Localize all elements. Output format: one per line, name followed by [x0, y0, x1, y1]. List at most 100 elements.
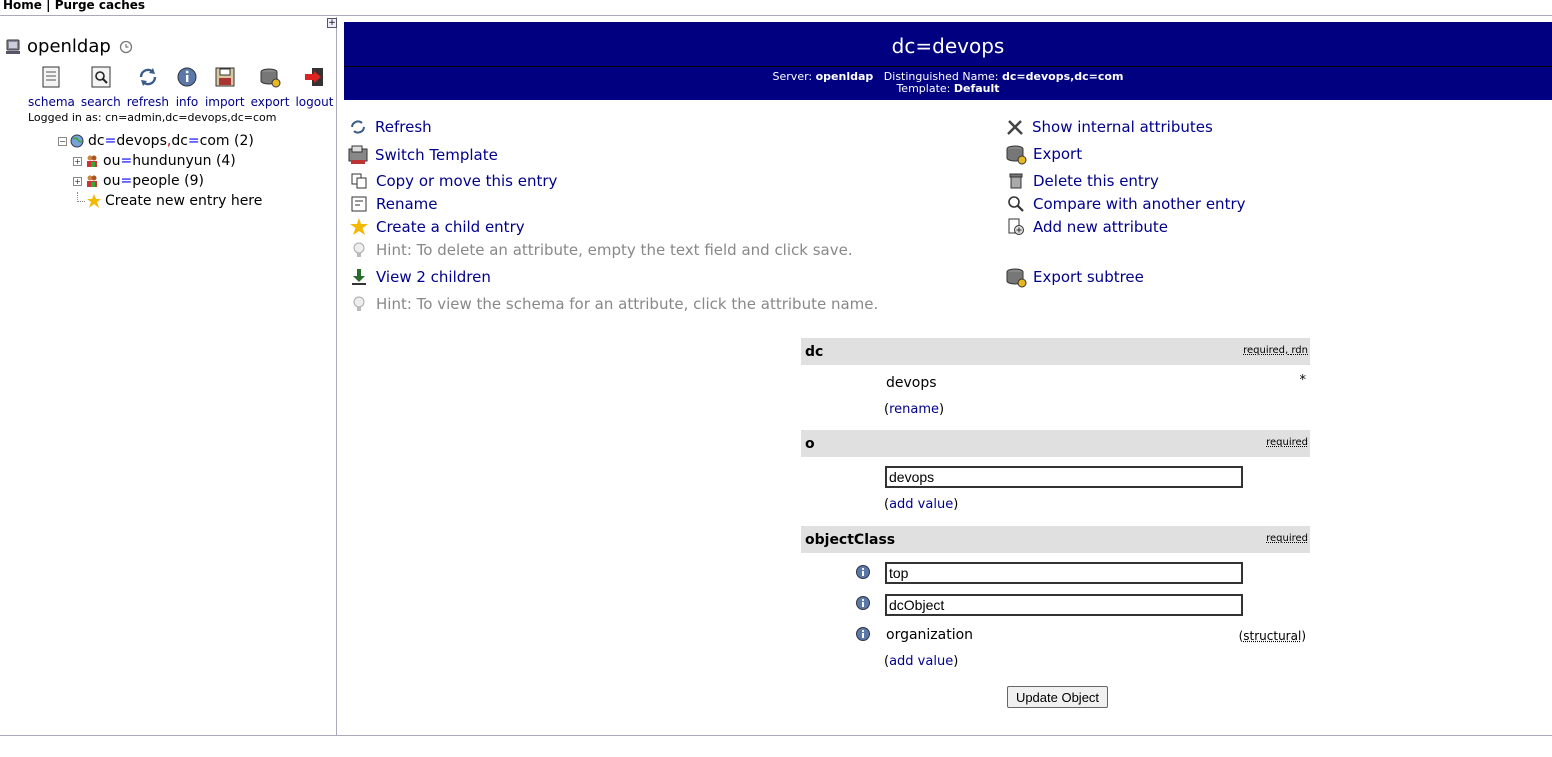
copy-move-action[interactable]: Copy or move this entry [350, 172, 557, 190]
server-title: openldap [5, 36, 133, 57]
logged-in-text: Logged in as: cn=admin,dc=devops,dc=com [28, 111, 277, 124]
purge-caches-link[interactable]: Purge caches [55, 0, 145, 12]
entry-title: dc=devops [891, 34, 1005, 58]
attr-name-objectclass[interactable]: objectClass [805, 532, 895, 548]
add-value-wrapper: (add value) [884, 654, 958, 669]
server-value: openldap [815, 70, 874, 83]
refresh-icon [139, 68, 157, 86]
toolbar-refresh[interactable]: refresh [127, 65, 169, 109]
rename-icon [351, 196, 367, 212]
compare-link[interactable]: Compare with another entry [1033, 195, 1246, 213]
export-action[interactable]: Export [1005, 143, 1082, 165]
tree-item-count: (4) [215, 153, 236, 169]
attr-name-dc[interactable]: dc [805, 344, 823, 360]
nav-separator: | [46, 0, 51, 12]
toolbar-label: export [250, 95, 290, 109]
update-object-button[interactable]: Update Object [1007, 686, 1108, 708]
home-link[interactable]: Home [3, 0, 42, 12]
toolbar-schema[interactable]: schema [28, 65, 75, 109]
toolbar-import[interactable]: import [205, 65, 245, 109]
tree-item-hundunyun[interactable]: + ou = hundunyun (4) [73, 151, 262, 171]
delete-action[interactable]: Delete this entry [1007, 172, 1159, 190]
tree-item-people[interactable]: + ou = people (9) [73, 171, 262, 191]
globe-icon [70, 134, 84, 148]
entry-banner: dc=devops Server: openldap Distinguished… [344, 22, 1552, 100]
tools-icon [1007, 120, 1023, 135]
export-subtree-action[interactable]: Export subtree [1005, 266, 1144, 288]
view-children-link[interactable]: View 2 children [376, 268, 491, 286]
objectclass-input-dcobject[interactable] [885, 594, 1243, 616]
attr-header-dc: dc required, rdn [801, 338, 1310, 365]
refresh-action[interactable]: Refresh [349, 118, 432, 136]
expand-icon[interactable]: + [73, 156, 82, 166]
delete-link[interactable]: Delete this entry [1033, 172, 1159, 190]
copy-move-link[interactable]: Copy or move this entry [376, 172, 557, 190]
toolbar-export[interactable]: export [250, 65, 290, 109]
required-flag: required [1243, 345, 1285, 356]
tree-create-entry[interactable]: Create new entry here [77, 191, 262, 211]
info-icon[interactable] [856, 596, 870, 610]
export-icon [260, 68, 281, 88]
add-attribute-action[interactable]: Add new attribute [1007, 218, 1168, 236]
toolbar-label: import [204, 95, 245, 109]
tree-root[interactable]: − dc = devops, dc = com (2) [58, 131, 262, 151]
compare-action[interactable]: Compare with another entry [1007, 195, 1246, 213]
paren-close: ) [939, 402, 945, 417]
toolbar-search[interactable]: search [81, 65, 121, 109]
rename-link[interactable]: Rename [376, 195, 438, 213]
compare-icon [1008, 196, 1024, 212]
tree-root-k1: dc [88, 133, 105, 149]
add-value-link[interactable]: add value [889, 654, 953, 669]
attr-input-o[interactable] [885, 466, 1243, 488]
hint-schema: Hint: To view the schema for an attribut… [350, 295, 878, 313]
tree-equals: = [187, 133, 200, 149]
add-value-link[interactable]: add value [889, 497, 953, 512]
export-link[interactable]: Export [1033, 145, 1082, 163]
required-flag: required [1266, 437, 1308, 448]
export-icon [1006, 268, 1027, 288]
collapse-icon[interactable]: − [58, 136, 67, 146]
server-toolbar: schema search refresh info import export… [28, 65, 339, 109]
toolbar-info[interactable]: info [175, 65, 199, 109]
entry-meta: Server: openldap Distinguished Name: dc=… [344, 71, 1552, 95]
attr-values-objectclass: organization (structural) (add value) [801, 553, 1310, 683]
show-internal-action[interactable]: Show internal attributes [1006, 118, 1213, 136]
view-children-action[interactable]: View 2 children [350, 268, 491, 286]
create-child-link[interactable]: Create a child entry [376, 218, 525, 236]
paren-close: ) [1301, 629, 1306, 643]
template-icon [348, 145, 368, 164]
expand-panel-button[interactable]: + [327, 18, 337, 28]
objectclass-input-top[interactable] [885, 562, 1243, 584]
attr-name-o[interactable]: o [805, 436, 815, 452]
dn-value: dc=devops,dc=com [1002, 70, 1124, 83]
toolbar-logout[interactable]: logout [295, 65, 333, 109]
rdn-flag: rdn [1291, 345, 1308, 356]
info-icon[interactable] [856, 627, 870, 641]
refresh-link[interactable]: Refresh [375, 118, 432, 136]
expand-icon[interactable]: + [73, 176, 82, 186]
rename-attr-link[interactable]: rename [889, 402, 939, 417]
clock-icon[interactable] [119, 40, 133, 54]
server-label: Server: [772, 70, 813, 83]
attribute-editor: dc required, rdn devops * (rename) o req… [801, 338, 1310, 683]
switch-template-link[interactable]: Switch Template [375, 146, 498, 164]
info-icon[interactable] [856, 565, 870, 579]
info-icon [177, 67, 197, 87]
tree-root-count: (2) [234, 133, 254, 149]
export-subtree-link[interactable]: Export subtree [1033, 268, 1144, 286]
create-child-action[interactable]: Create a child entry [350, 218, 525, 236]
tree-item-key: ou [103, 173, 121, 189]
structural-text: structural [1243, 629, 1302, 643]
star-icon [87, 194, 101, 208]
rename-action[interactable]: Rename [350, 195, 438, 213]
add-value-wrapper: (add value) [884, 497, 958, 512]
tree-equals: = [120, 153, 133, 169]
show-internal-link[interactable]: Show internal attributes [1032, 118, 1213, 136]
switch-template-action[interactable]: Switch Template [347, 145, 498, 165]
add-attribute-link[interactable]: Add new attribute [1033, 218, 1168, 236]
left-panel: + openldap schema search refresh info im… [0, 17, 337, 735]
tree-item-value: hundunyun [132, 153, 212, 169]
search-icon [91, 66, 111, 88]
tree-equals: = [120, 173, 133, 189]
tree-root-v2: com [199, 133, 230, 149]
